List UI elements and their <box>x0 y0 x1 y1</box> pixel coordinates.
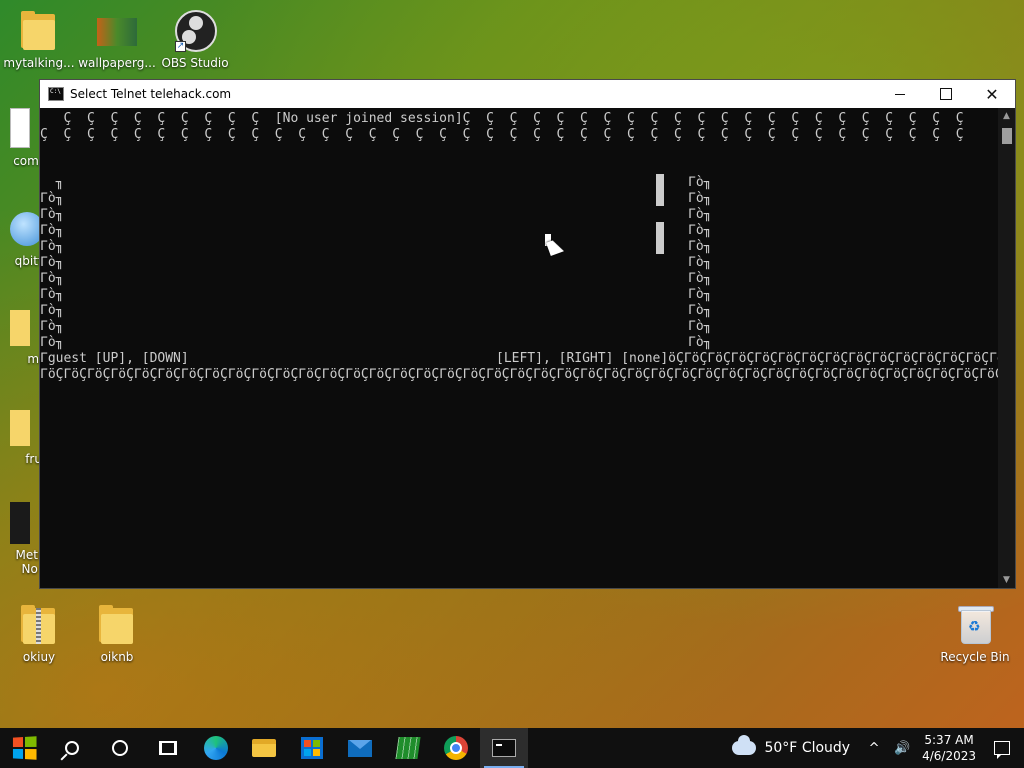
chrome-icon <box>444 736 468 760</box>
scrollbar-thumb[interactable] <box>1002 128 1012 144</box>
desktop-icon-label: Recycle Bin <box>940 650 1010 664</box>
console-header-line: Ç Ç Ç Ç Ç Ç Ç Ç Ç [No user joined sessio… <box>40 111 964 126</box>
start-button[interactable] <box>0 728 48 768</box>
left-wall-segment: Γò╖ <box>40 191 64 206</box>
cloud-icon <box>732 735 757 755</box>
notification-center-icon[interactable] <box>994 741 1010 759</box>
left-wall-segment: Γò╖ <box>40 319 64 334</box>
task-view-icon <box>159 741 177 755</box>
weather-condition: Cloudy <box>801 740 851 756</box>
folder-icon <box>19 10 59 52</box>
edge-icon <box>204 736 228 760</box>
console-footer-left: Γguest [UP], [DOWN] <box>40 351 189 366</box>
left-wall-segment: Γò╖ <box>40 271 64 286</box>
taskbar-store[interactable] <box>288 728 336 768</box>
volume-icon[interactable]: 🔊 <box>890 741 914 756</box>
desktop-icon-mytalking[interactable]: mytalking... <box>0 10 78 70</box>
window-title: Select Telnet telehack.com <box>70 87 232 101</box>
weather-temperature: 50°F <box>764 740 798 756</box>
right-wall-segment: Γò╖ <box>688 239 712 254</box>
taskbar-file-explorer[interactable] <box>240 728 288 768</box>
vertical-scrollbar[interactable]: ▲ ▼ <box>998 108 1015 588</box>
command-prompt-icon <box>492 739 516 757</box>
maximize-button[interactable] <box>923 80 969 108</box>
left-wall-segment: Γò╖ <box>40 223 64 238</box>
right-wall-segment: Γò╖ <box>688 303 712 318</box>
desktop-icon-label: wallpaperg... <box>78 56 156 70</box>
desktop-icon-label: mytalking... <box>3 56 75 70</box>
cortana-button[interactable] <box>96 728 144 768</box>
taskbar: 50°F Cloudy ^ 🔊 5:37 AM 4/6/2023 <box>0 728 1024 768</box>
console-footer-line: ΓöÇΓöÇΓöÇΓöÇΓöÇΓöÇΓöÇΓöÇΓöÇΓöÇΓöÇΓöÇΓöÇΓ… <box>40 367 1000 382</box>
desktop-icon-oiknb[interactable]: oiknb <box>78 604 156 664</box>
desktop-icon-recycle-bin[interactable]: ♻ Recycle Bin <box>936 604 1014 664</box>
minimize-button[interactable] <box>877 80 923 108</box>
file-explorer-icon <box>252 739 276 757</box>
taskbar-chrome[interactable] <box>432 728 480 768</box>
left-wall-segment: Γò╖ <box>40 255 64 270</box>
console-header-line: Ç Ç Ç Ç Ç Ç Ç Ç Ç Ç Ç Ç Ç Ç Ç Ç Ç Ç Ç Ç … <box>40 127 964 142</box>
mouse-cursor-icon <box>546 238 564 256</box>
pong-paddle-top <box>656 174 664 206</box>
taskbar-spreadsheet-app[interactable] <box>384 728 432 768</box>
left-wall-segment: ╖ <box>40 175 64 190</box>
system-tray: 50°F Cloudy ^ 🔊 5:37 AM 4/6/2023 <box>732 728 1024 768</box>
qbittorrent-icon <box>10 208 44 250</box>
taskbar-mail[interactable] <box>336 728 384 768</box>
pong-paddle-bottom <box>656 222 664 254</box>
left-wall-segment: Γò╖ <box>40 239 64 254</box>
right-wall-segment: Γò╖ <box>688 335 712 350</box>
taskbar-clock[interactable]: 5:37 AM 4/6/2023 <box>922 732 976 764</box>
task-view-button[interactable] <box>144 728 192 768</box>
left-wall-segment: Γò╖ <box>40 287 64 302</box>
close-button[interactable]: ✕ <box>969 80 1015 108</box>
desktop-icon-label: oiknb <box>100 650 134 664</box>
desktop-icon-obs-studio[interactable]: ↗ OBS Studio <box>156 10 234 70</box>
windows-logo-icon <box>12 736 37 760</box>
telnet-console-window[interactable]: Select Telnet telehack.com ✕ Ç Ç Ç Ç Ç Ç… <box>39 79 1016 589</box>
scroll-up-arrow-icon[interactable]: ▲ <box>998 108 1015 124</box>
right-wall-segment: Γò╖ <box>688 223 712 238</box>
desktop-icon-okiuy[interactable]: okiuy <box>0 604 78 664</box>
search-icon <box>65 741 79 755</box>
right-wall-segment: Γò╖ <box>688 175 712 190</box>
spreadsheet-app-icon <box>395 737 421 759</box>
console-footer-right: [LEFT], [RIGHT] [none]öÇΓöÇΓöÇΓöÇΓöÇΓöÇΓ… <box>496 351 1000 366</box>
store-icon <box>301 737 323 759</box>
folder-icon <box>10 406 30 448</box>
folder-icon <box>97 604 137 646</box>
desktop-icon-label: okiuy <box>22 650 56 664</box>
mail-icon <box>348 739 372 757</box>
desktop-icon-label: OBS Studio <box>161 56 229 70</box>
console-output[interactable]: Ç Ç Ç Ç Ç Ç Ç Ç Ç [No user joined sessio… <box>40 108 1000 588</box>
scroll-down-arrow-icon[interactable]: ▼ <box>998 572 1015 588</box>
command-prompt-icon <box>48 87 64 101</box>
right-wall-segment: Γò╖ <box>688 255 712 270</box>
weather-widget[interactable]: 50°F Cloudy <box>732 735 851 756</box>
app-icon <box>10 502 30 544</box>
right-wall-segment: Γò╖ <box>688 319 712 334</box>
right-wall-segment: Γò╖ <box>688 287 712 302</box>
right-wall-segment: Γò╖ <box>688 191 712 206</box>
folder-icon <box>10 306 30 348</box>
left-wall-segment: Γò╖ <box>40 207 64 222</box>
obs-studio-icon: ↗ <box>175 10 217 52</box>
clock-time: 5:37 AM <box>924 733 974 747</box>
image-file-icon <box>97 10 137 52</box>
left-wall-segment: Γò╖ <box>40 335 64 350</box>
zip-folder-icon <box>19 604 59 646</box>
tray-chevron-up-icon[interactable]: ^ <box>862 741 886 756</box>
right-wall-segment: Γò╖ <box>688 207 712 222</box>
desktop-icon-wallpaperg[interactable]: wallpaperg... <box>78 10 156 70</box>
file-icon <box>10 108 30 150</box>
window-titlebar[interactable]: Select Telnet telehack.com ✕ <box>40 80 1015 108</box>
right-wall-segment: Γò╖ <box>688 271 712 286</box>
left-wall-segment: Γò╖ <box>40 303 64 318</box>
taskbar-command-prompt[interactable] <box>480 728 528 768</box>
search-button[interactable] <box>48 728 96 768</box>
cortana-icon <box>112 740 128 756</box>
recycle-bin-icon: ♻ <box>955 604 995 646</box>
taskbar-edge[interactable] <box>192 728 240 768</box>
clock-date: 4/6/2023 <box>922 749 976 763</box>
